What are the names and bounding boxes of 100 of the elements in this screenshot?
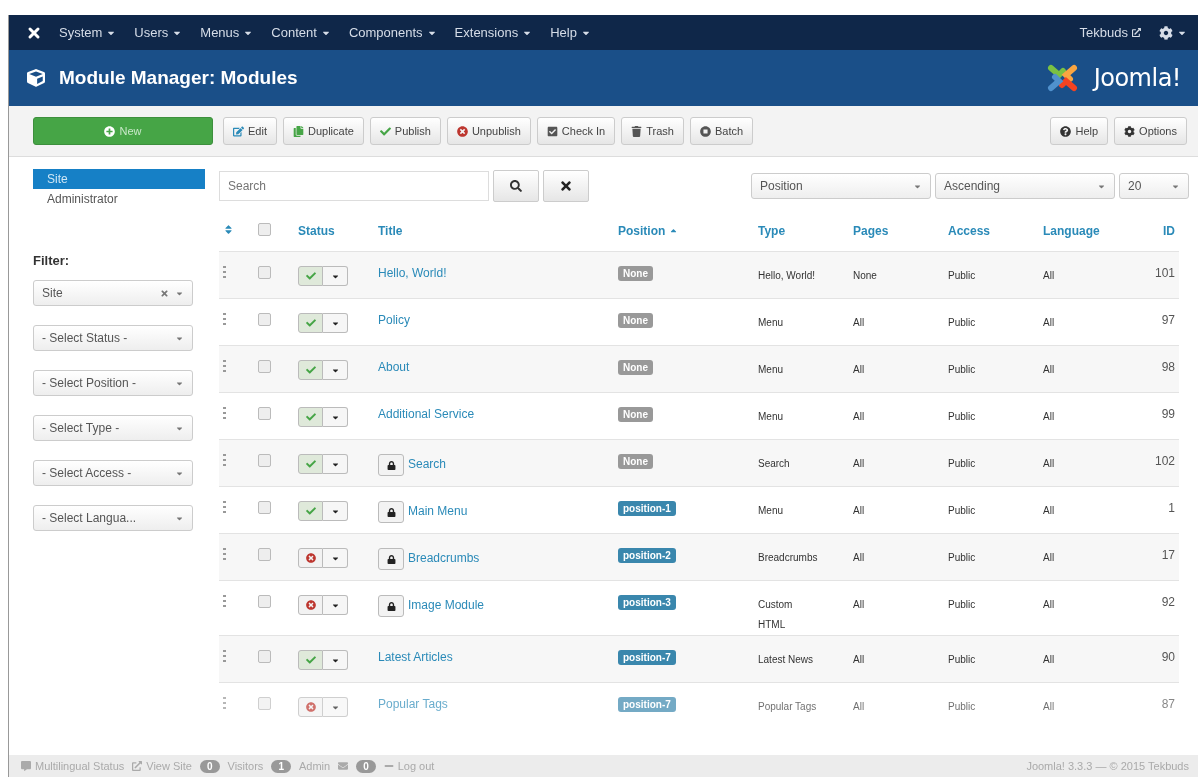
- status-toggle[interactable]: [298, 697, 323, 717]
- filter-select[interactable]: - Select Access -: [33, 460, 193, 486]
- status-toggle[interactable]: [298, 595, 323, 615]
- status-toggle[interactable]: [298, 266, 323, 286]
- sort-select[interactable]: Ascending: [935, 173, 1115, 199]
- actions-dropdown[interactable]: [323, 360, 348, 380]
- drag-handle-icon[interactable]: [223, 407, 226, 419]
- filter-select[interactable]: - Select Langua...: [33, 505, 193, 531]
- module-title-link[interactable]: Latest Articles: [378, 650, 453, 664]
- row-checkbox[interactable]: [258, 313, 271, 326]
- status-toggle[interactable]: [298, 501, 323, 521]
- row-checkbox[interactable]: [258, 650, 271, 663]
- actions-dropdown[interactable]: [323, 650, 348, 670]
- pages-text: All: [853, 654, 865, 665]
- checked-out-button[interactable]: [378, 454, 404, 476]
- actions-dropdown[interactable]: [323, 595, 348, 615]
- row-checkbox[interactable]: [258, 548, 271, 561]
- column-header[interactable]: Type: [758, 224, 786, 238]
- count-badge: 1: [271, 759, 291, 773]
- actions-dropdown[interactable]: [323, 266, 348, 286]
- checked-out-button[interactable]: [378, 501, 404, 523]
- drag-handle-icon[interactable]: [223, 313, 226, 325]
- filter-select[interactable]: - Select Type -: [33, 415, 193, 441]
- menu-item[interactable]: Components: [348, 25, 437, 40]
- toolbar-button[interactable]: Duplicate: [282, 117, 364, 145]
- toolbar-button[interactable]: Check In: [536, 117, 616, 145]
- select-all-checkbox[interactable]: [258, 223, 271, 236]
- status-toggle[interactable]: [298, 313, 323, 333]
- menu-item[interactable]: Users: [134, 25, 183, 40]
- module-title-link[interactable]: About: [378, 360, 410, 374]
- filter-select[interactable]: - Select Position -: [33, 370, 193, 396]
- module-title-link[interactable]: Policy: [378, 313, 410, 327]
- search-button[interactable]: [493, 170, 539, 202]
- menu-item[interactable]: Content: [271, 25, 331, 40]
- drag-handle-icon[interactable]: [223, 595, 226, 607]
- settings-menu[interactable]: [1159, 25, 1187, 40]
- module-title-link[interactable]: Search: [408, 456, 447, 471]
- menu-item[interactable]: System: [59, 25, 117, 40]
- module-title-link[interactable]: Breadcrumbs: [408, 550, 480, 565]
- menu-item[interactable]: Extensions: [454, 25, 533, 40]
- row-checkbox[interactable]: [258, 360, 271, 373]
- actions-dropdown[interactable]: [323, 407, 348, 427]
- menu-item[interactable]: Help: [550, 25, 591, 40]
- column-header[interactable]: ID: [1163, 224, 1175, 238]
- drag-handle-icon[interactable]: [223, 650, 226, 662]
- menu-item[interactable]: Menus: [200, 25, 254, 40]
- checked-out-button[interactable]: [378, 548, 404, 570]
- sort-select[interactable]: Position: [751, 173, 931, 199]
- module-title-link[interactable]: Additional Service: [378, 407, 475, 421]
- status-toggle[interactable]: [298, 360, 323, 380]
- status-toggle[interactable]: [298, 454, 323, 474]
- row-checkbox[interactable]: [258, 697, 271, 710]
- drag-handle-icon[interactable]: [223, 360, 226, 372]
- status-toggle[interactable]: [298, 650, 323, 670]
- sort-select[interactable]: 20: [1119, 173, 1189, 199]
- drag-handle-icon[interactable]: [223, 266, 226, 278]
- row-checkbox[interactable]: [258, 595, 271, 608]
- access-text: Public: [948, 552, 976, 563]
- toolbar-button[interactable]: Options: [1114, 117, 1187, 145]
- column-header[interactable]: Pages: [853, 224, 889, 238]
- actions-dropdown[interactable]: [323, 313, 348, 333]
- toolbar-button[interactable]: Publish: [369, 117, 441, 145]
- sidebar-item[interactable]: Administrator: [33, 189, 205, 209]
- lock-icon: [386, 507, 396, 517]
- actions-dropdown[interactable]: [323, 501, 348, 521]
- actions-dropdown[interactable]: [323, 697, 348, 717]
- module-title-link[interactable]: Hello, World!: [378, 266, 447, 280]
- actions-dropdown[interactable]: [323, 548, 348, 568]
- clear-icon[interactable]: [160, 288, 169, 298]
- search-field[interactable]: Search: [219, 171, 489, 201]
- toolbar-button[interactable]: Edit: [223, 117, 277, 145]
- drag-handle-icon[interactable]: [223, 501, 226, 513]
- row-checkbox[interactable]: [258, 454, 271, 467]
- sort-icon[interactable]: [223, 224, 234, 235]
- filter-select[interactable]: - Select Status -: [33, 325, 193, 351]
- clear-button[interactable]: [543, 170, 589, 202]
- column-header[interactable]: Status: [298, 224, 335, 238]
- status-toggle[interactable]: [298, 407, 323, 427]
- checked-out-button[interactable]: [378, 595, 404, 617]
- toolbar-button[interactable]: Unpublish: [446, 117, 531, 145]
- column-header[interactable]: Position: [618, 224, 678, 238]
- module-title-link[interactable]: Image Module: [408, 597, 485, 612]
- toolbar-button[interactable]: Batch: [689, 117, 754, 145]
- drag-handle-icon[interactable]: [223, 548, 226, 560]
- user-link[interactable]: Tekbuds: [1079, 25, 1141, 40]
- status-toggle[interactable]: [298, 548, 323, 568]
- drag-handle-icon[interactable]: [223, 454, 226, 466]
- filter-select[interactable]: Site: [33, 280, 193, 306]
- row-checkbox[interactable]: [258, 407, 271, 420]
- module-title-link[interactable]: Main Menu: [408, 503, 468, 518]
- row-checkbox[interactable]: [258, 266, 271, 279]
- toolbar-button[interactable]: Trash: [621, 117, 684, 145]
- column-header[interactable]: Language: [1043, 224, 1100, 238]
- drag-handle-icon[interactable]: [223, 697, 226, 709]
- actions-dropdown[interactable]: [323, 454, 348, 474]
- toolbar-button[interactable]: Help: [1050, 117, 1109, 145]
- column-header[interactable]: Title: [378, 224, 403, 238]
- access-text: Public: [948, 599, 976, 610]
- row-checkbox[interactable]: [258, 501, 271, 514]
- column-header[interactable]: Access: [948, 224, 991, 238]
